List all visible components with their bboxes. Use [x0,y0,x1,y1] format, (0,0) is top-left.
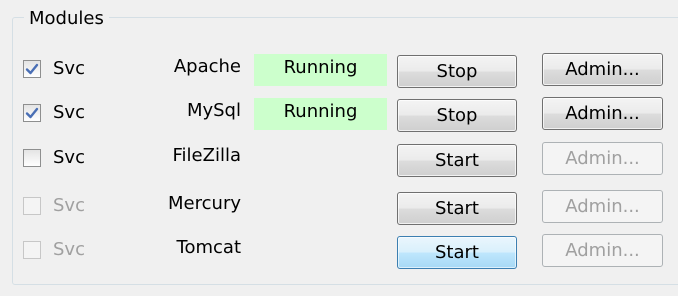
check-icon [25,107,39,119]
svc-checkbox-mercury [23,197,41,215]
start-button-filezilla[interactable]: Start [397,144,517,177]
stop-button-apache[interactable]: Stop [397,55,517,88]
module-name-mysql: MySql [186,100,241,121]
module-row-mercury: Svc Mercury Start Admin... [0,186,678,226]
admin-button-mercury: Admin... [542,190,663,223]
start-button-mercury[interactable]: Start [397,192,517,225]
svc-checkbox-filezilla[interactable] [23,149,41,167]
module-name-tomcat: Tomcat [176,237,241,258]
svc-label: Svc [53,58,85,79]
admin-button-apache[interactable]: Admin... [542,53,663,86]
modules-group-title: Modules [24,8,109,30]
svc-label: Svc [53,147,85,168]
status-badge-mysql: Running [254,98,387,130]
svc-label: Svc [53,195,85,216]
svc-checkbox-mysql[interactable] [23,104,41,122]
svc-label: Svc [53,239,85,260]
admin-button-tomcat: Admin... [542,234,663,267]
status-badge-apache: Running [254,54,387,86]
check-icon [25,63,39,75]
module-name-filezilla: FileZilla [172,145,241,166]
svc-checkbox-apache[interactable] [23,60,41,78]
module-row-apache: Svc Apache Running Stop Admin... [0,49,678,89]
module-row-mysql: Svc MySql Running Stop Admin... [0,93,678,133]
module-row-tomcat: Svc Tomcat Start Admin... [0,230,678,270]
svc-label: Svc [53,102,85,123]
admin-button-filezilla: Admin... [542,142,663,175]
module-name-mercury: Mercury [168,193,241,214]
start-button-tomcat[interactable]: Start [397,236,517,269]
module-row-filezilla: Svc FileZilla Start Admin... [0,138,678,178]
module-name-apache: Apache [173,56,241,77]
admin-button-mysql[interactable]: Admin... [542,97,663,130]
svc-checkbox-tomcat [23,241,41,259]
stop-button-mysql[interactable]: Stop [397,99,517,132]
